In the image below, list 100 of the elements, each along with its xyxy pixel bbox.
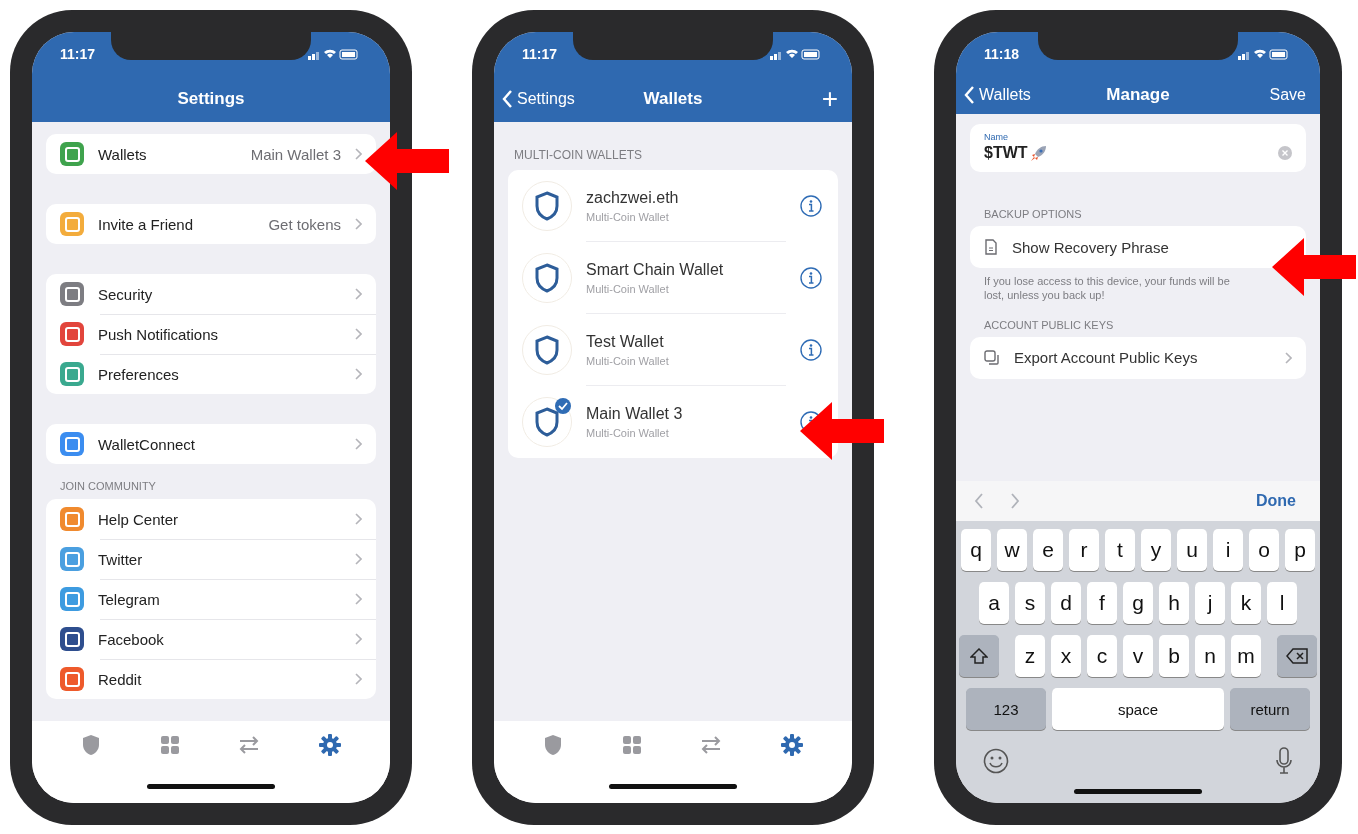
swap-arrows-icon (238, 736, 261, 754)
chevron-icon (355, 593, 362, 605)
row-label: Twitter (98, 550, 144, 568)
settings-row[interactable]: Push Notifications (46, 314, 376, 354)
settings-row[interactable]: Reddit (46, 659, 376, 699)
wallet-row[interactable]: Test Wallet Multi-Coin Wallet (508, 314, 838, 386)
letter-key[interactable]: f (1087, 582, 1117, 624)
done-button[interactable]: Done (1250, 491, 1302, 511)
letter-key[interactable]: x (1051, 635, 1081, 677)
section-header: ACCOUNT PUBLIC KEYS (983, 317, 1115, 333)
row-label: Export Account Public Keys (1014, 349, 1199, 367)
space-key[interactable]: space (1052, 688, 1224, 730)
letter-key[interactable]: i (1213, 529, 1243, 571)
chevron-icon (1285, 351, 1292, 364)
letter-key[interactable]: b (1159, 635, 1189, 677)
wallet-type: Multi-Coin Wallet (586, 210, 670, 223)
settings-row[interactable]: Show Recovery Phrase (970, 226, 1306, 268)
wallet-type: Multi-Coin Wallet (586, 354, 670, 367)
grid-icon (159, 735, 180, 755)
save-button[interactable]: Save (1269, 86, 1306, 104)
microphone-icon[interactable] (1275, 747, 1293, 775)
chevron-icon (355, 368, 362, 380)
shield-icon (534, 191, 560, 221)
row-label: Preferences (98, 365, 180, 383)
shift-key[interactable] (959, 635, 999, 677)
letter-key[interactable]: t (1105, 529, 1135, 571)
back-button[interactable]: Settings (502, 90, 575, 108)
settings-row[interactable]: Export Account Public Keys (970, 336, 1306, 379)
letter-key[interactable]: w (997, 529, 1027, 571)
settings-icon (318, 734, 341, 756)
chevron-icon (355, 553, 362, 565)
letter-key[interactable]: k (1231, 582, 1261, 624)
info-icon[interactable] (800, 339, 822, 361)
settings-row[interactable]: Facebook (46, 619, 376, 659)
nav-title: Manage (1106, 85, 1170, 105)
backspace-key[interactable] (1277, 635, 1317, 677)
settings-row[interactable]: Twitter (46, 539, 376, 579)
section-header: MULTI-COIN WALLETS (513, 148, 643, 164)
nav-title: Wallets (643, 89, 703, 109)
letter-key[interactable]: p (1285, 529, 1315, 571)
return-key[interactable]: return (1230, 688, 1310, 730)
add-button[interactable]: + (821, 85, 838, 113)
status-time: 11:17 (60, 46, 96, 62)
chevron-icon (355, 438, 362, 450)
settings-icon (780, 734, 803, 756)
row-label: Show Recovery Phrase (1012, 238, 1170, 256)
grid-icon (621, 735, 642, 755)
shield-icon (81, 734, 102, 756)
status-icons-drawing (770, 48, 822, 60)
letter-key[interactable]: n (1195, 635, 1225, 677)
letter-key[interactable]: j (1195, 582, 1225, 624)
wallet-row[interactable]: zachzwei.eth Multi-Coin Wallet (508, 170, 838, 242)
letter-key[interactable]: g (1123, 582, 1153, 624)
letter-key[interactable]: v (1123, 635, 1153, 677)
letter-key[interactable]: l (1267, 582, 1297, 624)
emoji-icon[interactable] (983, 748, 1009, 774)
letter-key[interactable]: d (1051, 582, 1081, 624)
status-time: 11:17 (522, 46, 558, 62)
letter-key[interactable]: s (1015, 582, 1045, 624)
settings-row[interactable]: Telegram (46, 579, 376, 619)
row-label: Facebook (98, 630, 165, 648)
letter-key[interactable]: r (1069, 529, 1099, 571)
wallet-name: Test Wallet (586, 332, 665, 351)
letter-key[interactable]: u (1177, 529, 1207, 571)
row-label: Telegram (98, 590, 161, 608)
settings-row[interactable]: WalletConnect (46, 424, 376, 464)
letter-key[interactable]: o (1249, 529, 1279, 571)
wallet-name: Main Wallet 3 (586, 405, 684, 423)
letter-key[interactable]: a (979, 582, 1009, 624)
back-chevron-icon (502, 90, 513, 108)
letter-key[interactable]: y (1141, 529, 1171, 571)
settings-row[interactable]: Wallets Main Wallet 3 (46, 134, 376, 174)
letter-key[interactable]: c (1087, 635, 1117, 677)
shield-icon (543, 734, 564, 756)
row-label: Push Notifications (98, 325, 220, 343)
settings-row[interactable]: Preferences (46, 354, 376, 394)
name-field[interactable]: Name $TWT (970, 124, 1306, 172)
row-label: Security (98, 285, 154, 303)
wallet-type: Multi-Coin Wallet (586, 427, 670, 439)
row-label: Help Center (98, 510, 180, 528)
wallet-row[interactable]: Smart Chain Wallet Multi-Coin Wallet (508, 242, 838, 314)
settings-row[interactable]: Security (46, 274, 376, 314)
shield-icon (534, 407, 560, 437)
letter-key[interactable]: h (1159, 582, 1189, 624)
settings-row[interactable]: Help Center (46, 499, 376, 539)
row-label: Reddit (98, 670, 143, 688)
field-label: Name (984, 132, 1009, 142)
settings-row[interactable]: Invite a Friend Get tokens (46, 204, 376, 244)
row-label: WalletConnect (98, 435, 196, 453)
rocket-icon (1029, 144, 1048, 162)
letter-key[interactable]: q (961, 529, 991, 571)
letter-key[interactable]: e (1033, 529, 1063, 571)
back-button[interactable]: Wallets (964, 86, 1031, 104)
chevron-icon (355, 328, 362, 340)
numbers-key[interactable]: 123 (966, 688, 1046, 730)
info-icon[interactable] (800, 195, 822, 217)
letter-key[interactable]: m (1231, 635, 1261, 677)
info-icon[interactable] (800, 267, 822, 289)
field-value: $TWT (984, 144, 1028, 162)
letter-key[interactable]: z (1015, 635, 1045, 677)
